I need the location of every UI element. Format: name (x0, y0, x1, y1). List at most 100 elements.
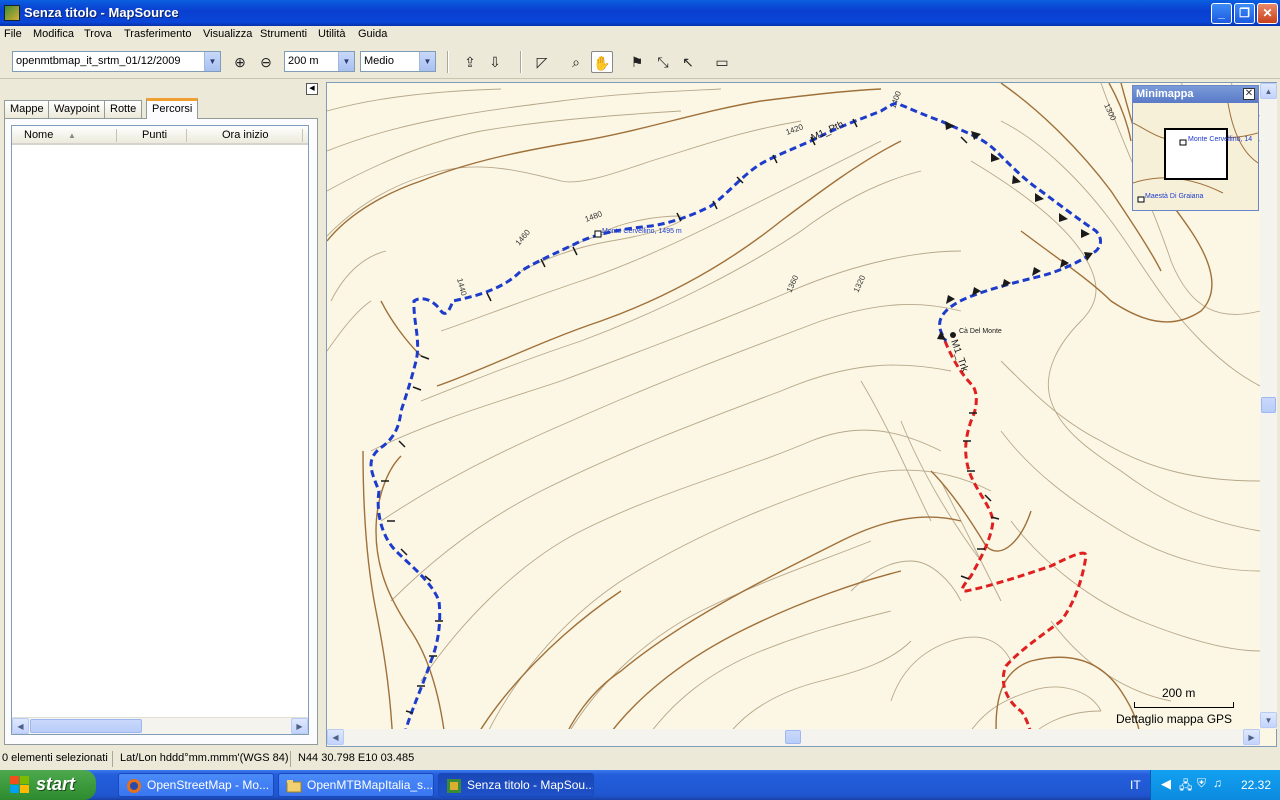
zoom-level-value: 200 m (288, 55, 319, 67)
scroll-left-icon[interactable]: ◀ (327, 729, 344, 745)
minimap-title: Minimappa (1133, 86, 1258, 103)
status-coords: N44 30.798 E10 03.485 (298, 752, 415, 764)
column-divider[interactable] (186, 129, 187, 142)
tracks-list[interactable]: Nome ▲ Punti Ora inizio ◀ ▶ (11, 125, 309, 735)
status-bar: 0 elementi selezionati Lat/Lon hddd°mm.m… (0, 749, 1280, 769)
measure-ruler-icon[interactable]: ▭ (711, 51, 733, 73)
menu-trasferimento[interactable]: Trasferimento (124, 28, 191, 40)
map-vertical-scrollbar[interactable]: ▲ ▼ (1260, 83, 1277, 729)
scrollbar-thumb[interactable] (1261, 397, 1276, 413)
column-nome[interactable]: Nome (24, 129, 53, 141)
column-divider[interactable] (116, 129, 117, 142)
minimize-button[interactable]: _ (1211, 3, 1232, 24)
collapse-panel-icon[interactable]: ◀ (306, 83, 318, 95)
track-tick-marks (381, 118, 1000, 714)
language-indicator[interactable]: IT (1130, 778, 1141, 792)
detail-label: Dettaglio mappa GPS (1116, 712, 1233, 726)
toolbar: openmtbmap_it_srtm_01/12/2009 ▼ ⊕ ⊖ 200 … (0, 46, 1280, 79)
detail-select[interactable]: Medio ▼ (360, 51, 436, 72)
status-divider (290, 751, 291, 767)
scroll-left-icon[interactable]: ◀ (12, 718, 29, 734)
window-title: Senza titolo - MapSource (24, 5, 179, 20)
left-panel: ◀ Mappe Waypoint Rotte Percorsi Nome ▲ P… (0, 80, 322, 748)
start-button[interactable]: start (0, 770, 96, 800)
volume-icon[interactable]: ♫ (1213, 776, 1222, 790)
status-selected: 0 elementi selezionati (2, 752, 108, 764)
select-arrow-icon[interactable]: ↖ (677, 51, 699, 73)
waypoint-flag-icon[interactable]: ⚑ (626, 51, 648, 73)
menu-bar: File Modifica Trova Trasferimento Visual… (0, 26, 1280, 45)
network-icon[interactable]: 🖧 (1179, 776, 1192, 797)
waypoint-ca-del-monte[interactable]: Cà Del Monte (959, 328, 1002, 335)
mapsource-icon (447, 779, 461, 793)
waypoint-monte-cervellino[interactable]: Monte Cervellino, 1495 m (602, 228, 682, 235)
menu-utilita[interactable]: Utilità (318, 28, 346, 40)
contour-label-1360: 1360 (785, 273, 801, 293)
folder-icon (286, 780, 302, 793)
tab-mappe[interactable]: Mappe (4, 100, 50, 118)
scroll-down-icon[interactable]: ▼ (1260, 712, 1277, 728)
zoom-tool-icon[interactable]: ⌕ (565, 51, 587, 73)
map-select[interactable]: openmtbmap_it_srtm_01/12/2009 ▼ (12, 51, 221, 72)
minimap-label-cervellino: Monte Cervellino, 14 (1188, 136, 1252, 143)
minimap-canvas[interactable]: Monte Cervellino, 14 Maestà Di Graiana (1133, 103, 1258, 211)
contour-label-1480: 1480 (584, 209, 604, 224)
menu-guida[interactable]: Guida (358, 28, 387, 40)
zoom-level-select[interactable]: 200 m ▼ (284, 51, 355, 72)
map-scale: 200 m Dettaglio mappa GPS (1112, 686, 1252, 726)
zoom-in-icon[interactable]: ⊕ (229, 51, 251, 73)
send-to-device-icon[interactable]: ⇩ (484, 51, 506, 73)
start-label: start (36, 774, 76, 794)
taskbar-item-folder[interactable]: OpenMTBMapItalia_s... (278, 773, 434, 797)
menu-strumenti[interactable]: Strumenti (260, 28, 307, 40)
summit-waypoint-icon[interactable] (594, 230, 602, 238)
column-punti[interactable]: Punti (142, 129, 167, 141)
tab-percorsi[interactable]: Percorsi (146, 98, 199, 119)
taskbar-item-mapsource[interactable]: Senza titolo - MapSou... (438, 773, 594, 797)
menu-visualizza[interactable]: Visualizza (203, 28, 252, 40)
contour-label-1420: 1420 (785, 122, 805, 137)
tab-waypoint[interactable]: Waypoint (48, 100, 106, 118)
taskbar-item-firefox[interactable]: OpenStreetMap - Mo... (118, 773, 274, 797)
route-label[interactable]: M1_Pth (810, 119, 846, 144)
column-divider[interactable] (302, 129, 303, 142)
scroll-right-icon[interactable]: ▶ (1243, 729, 1260, 745)
tray-expand-icon[interactable]: ◀ (1161, 776, 1171, 792)
taskbar-item-label: OpenStreetMap - Mo... (147, 778, 270, 792)
scrollbar-thumb[interactable] (785, 730, 801, 744)
menu-file[interactable]: File (4, 28, 22, 40)
tab-body: Nome ▲ Punti Ora inizio ◀ ▶ (4, 118, 318, 745)
map-horizontal-scrollbar[interactable]: ◀ ▶ (327, 729, 1260, 746)
route-tool-icon[interactable]: ⤡ (652, 51, 674, 73)
menu-trova[interactable]: Trova (84, 28, 112, 40)
taskbar-item-label: Senza titolo - MapSou... (467, 778, 594, 792)
clock[interactable]: 22.32 (1241, 778, 1271, 792)
scroll-right-icon[interactable]: ▶ (291, 718, 308, 734)
system-tray: ◀ 🖧 ⛨ ♫ 22.32 (1150, 770, 1280, 800)
maximize-button[interactable]: ❐ (1234, 3, 1255, 24)
track-line[interactable] (943, 340, 1088, 746)
chevron-down-icon[interactable]: ▼ (338, 52, 354, 71)
contour-label-1440: 1440 (455, 277, 468, 297)
tab-rotte[interactable]: Rotte (104, 100, 143, 118)
minimap-panel[interactable]: Minimappa ✕ Monte Cervellino, 14 Maestà … (1132, 85, 1259, 211)
map-tool-icon[interactable]: ◸ (531, 51, 553, 73)
column-ora-inizio[interactable]: Ora inizio (222, 129, 268, 141)
receive-from-device-icon[interactable]: ⇪ (459, 51, 481, 73)
security-icon[interactable]: ⛨ (1197, 776, 1206, 791)
menu-modifica[interactable]: Modifica (33, 28, 74, 40)
scroll-up-icon[interactable]: ▲ (1260, 83, 1277, 99)
contour-label-1460: 1460 (514, 227, 533, 247)
waypoint-dot-icon[interactable] (950, 332, 956, 338)
list-horizontal-scrollbar[interactable]: ◀ ▶ (12, 717, 308, 734)
minimap-close-icon[interactable]: ✕ (1243, 88, 1255, 100)
route-line[interactable] (369, 101, 1102, 746)
chevron-down-icon[interactable]: ▼ (204, 52, 220, 71)
status-format: Lat/Lon hddd°mm.mmm'(WGS 84) (120, 752, 289, 764)
zoom-out-icon[interactable]: ⊖ (255, 51, 277, 73)
hand-tool-icon[interactable]: ✋ (591, 51, 613, 73)
scrollbar-thumb[interactable] (30, 719, 142, 733)
close-button[interactable]: ✕ (1257, 3, 1278, 24)
map-select-value: openmtbmap_it_srtm_01/12/2009 (16, 55, 181, 67)
chevron-down-icon[interactable]: ▼ (419, 52, 435, 71)
